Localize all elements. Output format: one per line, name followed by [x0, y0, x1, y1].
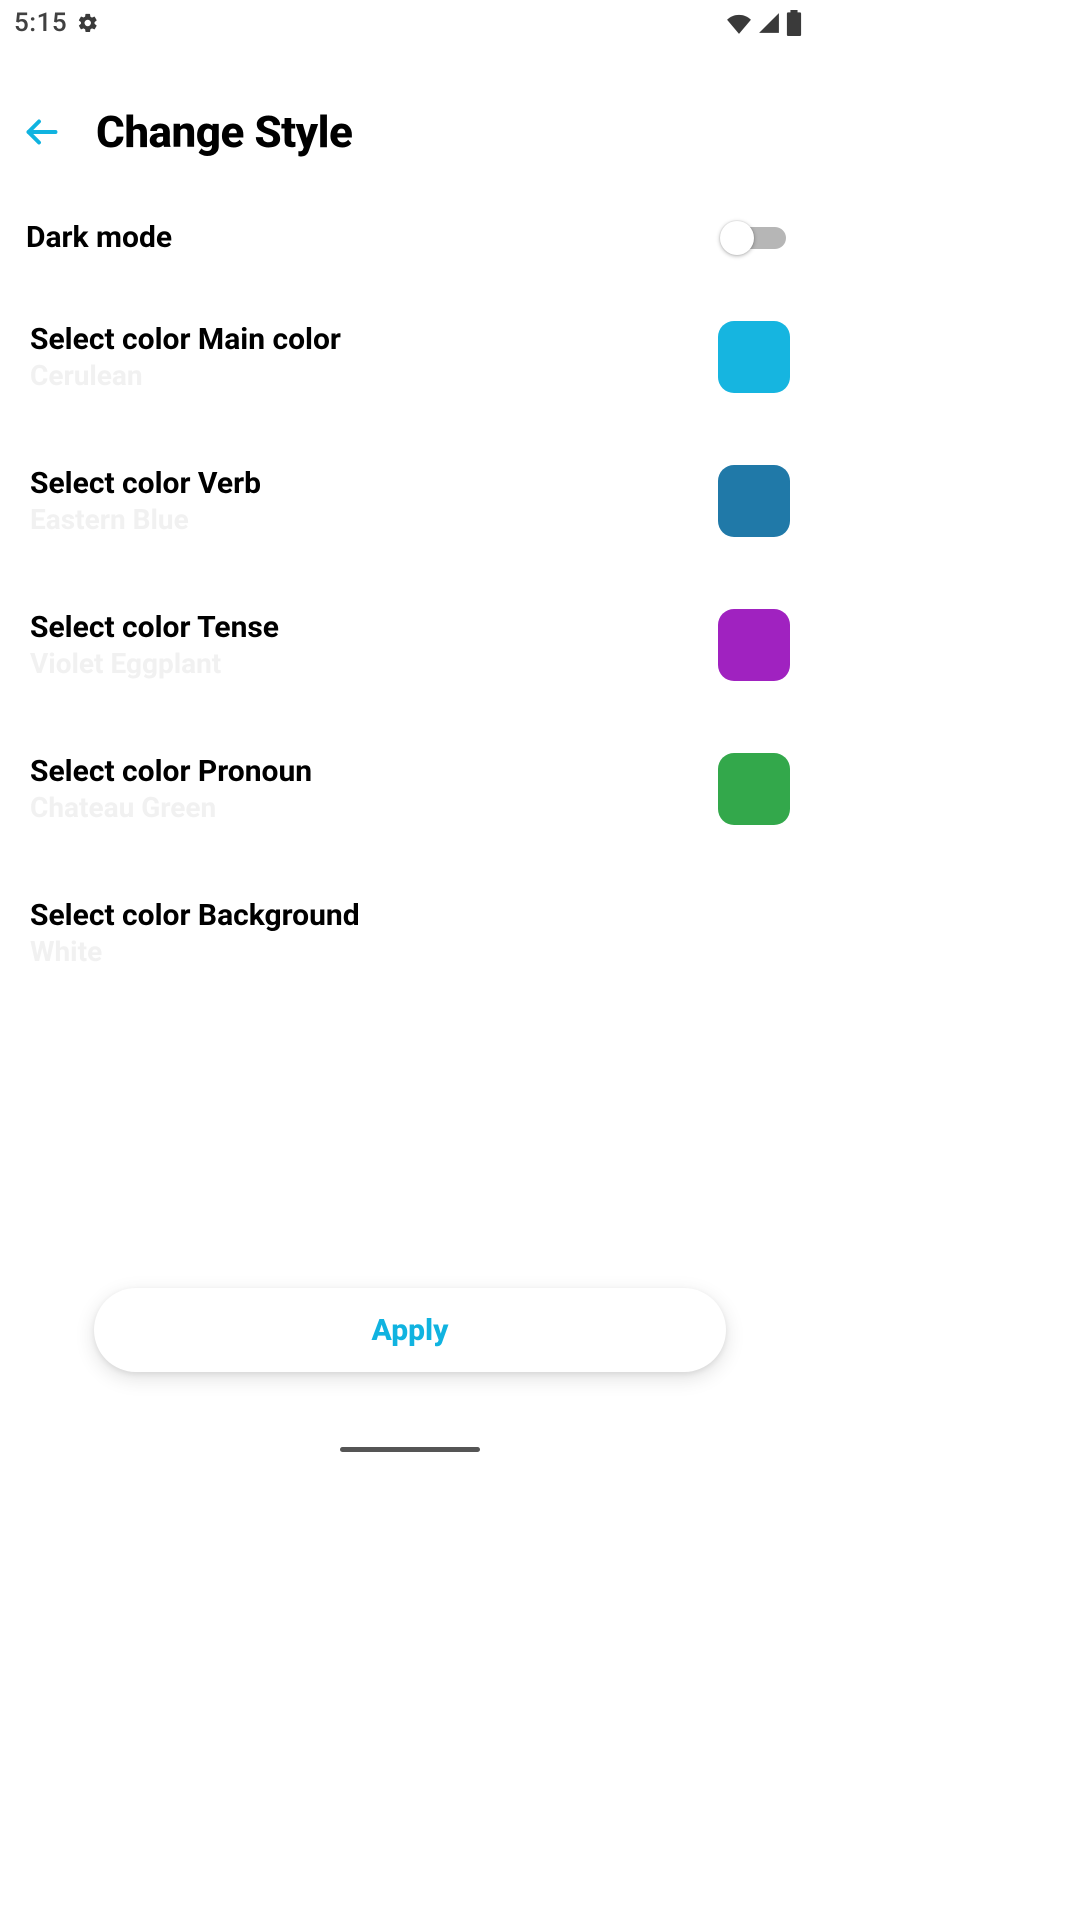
battery-icon: [786, 10, 802, 36]
color-row-main[interactable]: Select color Main color Cerulean: [30, 285, 790, 429]
color-swatch-pronoun: [718, 753, 790, 825]
color-row-title: Select color Tense: [30, 610, 279, 645]
gear-icon: [77, 12, 99, 34]
color-row-text: Select color Tense Violet Eggplant: [30, 610, 279, 680]
apply-button[interactable]: Apply: [94, 1288, 726, 1372]
color-row-value: Eastern Blue: [30, 503, 261, 536]
color-row-text: Select color Main color Cerulean: [30, 322, 341, 392]
color-row-verb[interactable]: Select color Verb Eastern Blue: [30, 429, 790, 573]
color-list: Select color Main color Cerulean Select …: [0, 285, 820, 1005]
color-row-text: Select color Background White: [30, 898, 360, 968]
wifi-icon: [726, 12, 752, 34]
color-row-title: Select color Main color: [30, 322, 341, 357]
color-swatch-main: [718, 321, 790, 393]
color-row-value: White: [30, 935, 360, 968]
dark-mode-toggle[interactable]: [720, 221, 790, 255]
color-row-value: Chateau Green: [30, 791, 312, 824]
status-time: 5:15: [14, 8, 67, 38]
app-header: Change Style: [0, 46, 820, 190]
color-row-tense[interactable]: Select color Tense Violet Eggplant: [30, 573, 790, 717]
color-row-background[interactable]: Select color Background White: [30, 861, 790, 1005]
dark-mode-label: Dark mode: [26, 220, 172, 255]
color-row-title: Select color Background: [30, 898, 360, 933]
home-indicator[interactable]: [340, 1447, 480, 1452]
color-row-text: Select color Verb Eastern Blue: [30, 466, 261, 536]
color-row-value: Cerulean: [30, 359, 341, 392]
color-row-text: Select color Pronoun Chateau Green: [30, 754, 312, 824]
back-arrow-icon[interactable]: [24, 114, 60, 150]
color-swatch-verb: [718, 465, 790, 537]
color-row-title: Select color Verb: [30, 466, 261, 501]
color-row-value: Violet Eggplant: [30, 647, 279, 680]
toggle-knob: [720, 221, 754, 255]
color-swatch-tense: [718, 609, 790, 681]
color-swatch-background: [718, 897, 790, 969]
status-bar-left: 5:15: [14, 8, 99, 38]
page-title: Change Style: [96, 106, 352, 158]
color-row-pronoun[interactable]: Select color Pronoun Chateau Green: [30, 717, 790, 861]
color-row-title: Select color Pronoun: [30, 754, 312, 789]
cellular-icon: [758, 12, 780, 34]
dark-mode-row: Dark mode: [0, 190, 820, 285]
status-bar-right: [726, 10, 802, 36]
apply-button-label: Apply: [372, 1313, 449, 1348]
status-bar: 5:15: [0, 0, 820, 46]
